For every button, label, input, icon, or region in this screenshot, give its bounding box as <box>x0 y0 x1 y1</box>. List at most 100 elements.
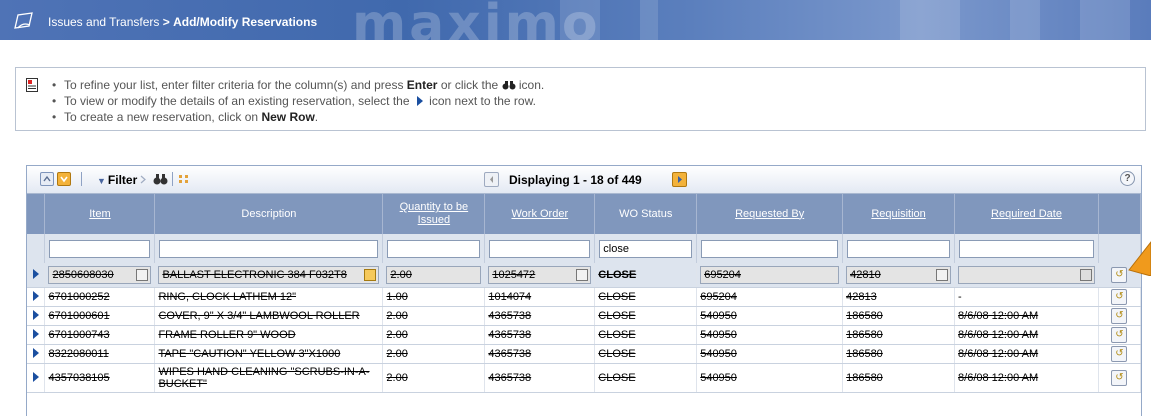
row-details-arrow-icon[interactable] <box>32 268 39 279</box>
work-order-cell: 4365738 <box>484 306 596 326</box>
go-to-work-order-icon[interactable] <box>576 269 589 281</box>
help-list: To refine your list, enter filter criter… <box>52 77 544 125</box>
row-details-arrow-icon[interactable] <box>32 347 39 358</box>
reservations-grid: Item Description Quantity to be Issued W… <box>27 194 1141 393</box>
quantity-cell: 1.00 <box>382 287 486 307</box>
requested-by-cell: 540950 <box>696 344 844 364</box>
description-field[interactable]: BALLAST ELECTRONIC 384 F032T8 <box>158 266 380 284</box>
required-date-cell: 8/6/08 12:00 AM <box>954 325 1099 345</box>
description-cell: RING, CLOCK LATHEM 12" <box>154 287 384 307</box>
requisition-cell: 186580 <box>842 306 956 326</box>
undo-row-icon[interactable]: ↺ <box>1111 267 1128 283</box>
table-row[interactable]: 8322080011 TAPE "CAUTION" YELLOW 3"X1000… <box>27 344 1141 364</box>
description-cell: TAPE "CAUTION" YELLOW 3"X1000 <box>154 344 384 364</box>
chevron-left-icon <box>490 176 493 183</box>
filter-requisition-input[interactable] <box>847 239 951 258</box>
table-row[interactable]: 6701000601 COVER, 9" X 3/4" LAMBWOOL ROL… <box>27 306 1141 326</box>
filter-wo-status-input[interactable] <box>599 239 693 258</box>
item-cell: 8322080011 <box>44 344 156 364</box>
undo-row-icon[interactable]: ↺ <box>1111 370 1128 386</box>
header-quantity[interactable]: Quantity to be Issued <box>382 194 486 234</box>
item-cell: 6701000743 <box>44 325 156 345</box>
pagination-status: Displaying 1 - 18 of 449 <box>509 173 642 187</box>
wo-status-cell: CLOSE <box>594 344 698 364</box>
breadcrumb-page-title: Add/Modify Reservations <box>173 15 318 29</box>
work-order-cell: 4365738 <box>484 344 596 364</box>
chevron-right-icon <box>678 176 682 183</box>
collapse-table-button[interactable] <box>40 172 54 186</box>
filter-description-input[interactable] <box>159 239 379 258</box>
header-requisition[interactable]: Requisition <box>842 194 956 234</box>
chevron-down-icon <box>60 176 68 183</box>
title-bar: maximo Issues and Transfers > Add/Modify… <box>0 0 1151 40</box>
work-order-cell: 1014074 <box>484 287 596 307</box>
requisition-lookup-icon[interactable] <box>936 269 949 281</box>
undo-row-icon[interactable]: ↺ <box>1111 308 1128 324</box>
item-cell: 6701000252 <box>44 287 156 307</box>
chevron-up-icon <box>43 175 51 182</box>
long-description-icon[interactable] <box>364 269 377 281</box>
header-wo-status: WO Status <box>594 194 698 234</box>
table-row[interactable]: 6701000252 RING, CLOCK LATHEM 12" 1.00 1… <box>27 287 1141 307</box>
previous-page-button[interactable] <box>484 172 499 187</box>
breadcrumb-separator: > <box>162 15 170 29</box>
filter-work-order-input[interactable] <box>489 239 591 258</box>
reservations-table: ▼ Filter Displaying 1 - 18 of 449 ? Item … <box>26 165 1142 416</box>
filter-requested-by-input[interactable] <box>701 239 839 258</box>
row-details-arrow-icon[interactable] <box>32 309 39 320</box>
maximo-watermark: maximo <box>352 0 601 40</box>
table-row[interactable]: 4357038105 WIPES HAND CLEANING "SCRUBS-I… <box>27 363 1141 393</box>
undo-row-icon[interactable]: ↺ <box>1111 327 1128 343</box>
header-item[interactable]: Item <box>44 194 156 234</box>
breadcrumb-app-link[interactable]: Issues and Transfers <box>48 15 159 29</box>
table-row[interactable]: 6701000743 FRAME ROLLER 9" WOOD 2.00 436… <box>27 325 1141 345</box>
header-actions <box>1098 194 1141 234</box>
clear-filter-icon[interactable] <box>178 174 190 184</box>
requested-by-cell: 540950 <box>696 306 844 326</box>
find-binoculars-icon[interactable] <box>153 173 168 185</box>
quantity-cell: 2.00 <box>382 325 486 345</box>
download-button[interactable] <box>57 172 71 186</box>
header-work-order[interactable]: Work Order <box>484 194 596 234</box>
undo-row-icon[interactable]: ↺ <box>1111 346 1128 362</box>
row-details-arrow-icon[interactable] <box>32 290 39 301</box>
next-page-button[interactable] <box>672 172 687 187</box>
filter-required-date-input[interactable] <box>959 239 1094 258</box>
requisition-cell: 186580 <box>842 325 956 345</box>
wo-status-value: CLOSE <box>598 269 637 281</box>
requested-by-field[interactable]: 695204 <box>700 266 840 284</box>
row-details-arrow-icon[interactable] <box>32 328 39 339</box>
filter-item-input[interactable] <box>49 239 151 258</box>
filter-quantity-input[interactable] <box>387 239 481 258</box>
undo-row-icon[interactable]: ↺ <box>1111 289 1128 305</box>
work-order-field[interactable]: 1025472 <box>488 266 592 284</box>
required-date-field[interactable] <box>958 266 1095 284</box>
table-row-selected[interactable]: 2850608030 BALLAST ELECTRONIC 384 F032T8… <box>27 263 1141 288</box>
description-cell: FRAME ROLLER 9" WOOD <box>154 325 384 345</box>
filter-toggle[interactable]: ▼ Filter <box>97 173 137 187</box>
description-cell: COVER, 9" X 3/4" LAMBWOOL ROLLER <box>154 306 384 326</box>
wo-status-cell: CLOSE <box>594 363 698 393</box>
requested-by-cell: 540950 <box>696 363 844 393</box>
quantity-field[interactable]: 2.00 <box>386 266 482 284</box>
requisition-cell: 42813 <box>842 287 956 307</box>
item-cell: 4357038105 <box>44 363 156 393</box>
header-required-date[interactable]: Required Date <box>954 194 1099 234</box>
go-to-item-icon[interactable] <box>136 269 149 281</box>
item-cell: 6701000601 <box>44 306 156 326</box>
item-field[interactable]: 2850608030 <box>48 266 152 284</box>
filter-arrow-icon <box>140 175 146 184</box>
module-logo-icon <box>14 12 33 29</box>
table-help-button[interactable]: ? <box>1120 171 1135 186</box>
binoculars-icon <box>502 81 516 90</box>
toolbar-divider <box>81 172 82 186</box>
required-date-cell: 8/6/08 12:00 AM <box>954 306 1099 326</box>
table-toolbar: ▼ Filter Displaying 1 - 18 of 449 ? <box>27 166 1141 194</box>
requisition-field[interactable]: 42810 <box>846 266 952 284</box>
header-requested-by[interactable]: Requested By <box>696 194 844 234</box>
quantity-cell: 2.00 <box>382 363 486 393</box>
calendar-icon[interactable] <box>1079 269 1092 281</box>
quantity-cell: 2.00 <box>382 306 486 326</box>
help-item-new: To create a new reservation, click on Ne… <box>52 109 544 125</box>
row-details-arrow-icon[interactable] <box>32 371 39 382</box>
